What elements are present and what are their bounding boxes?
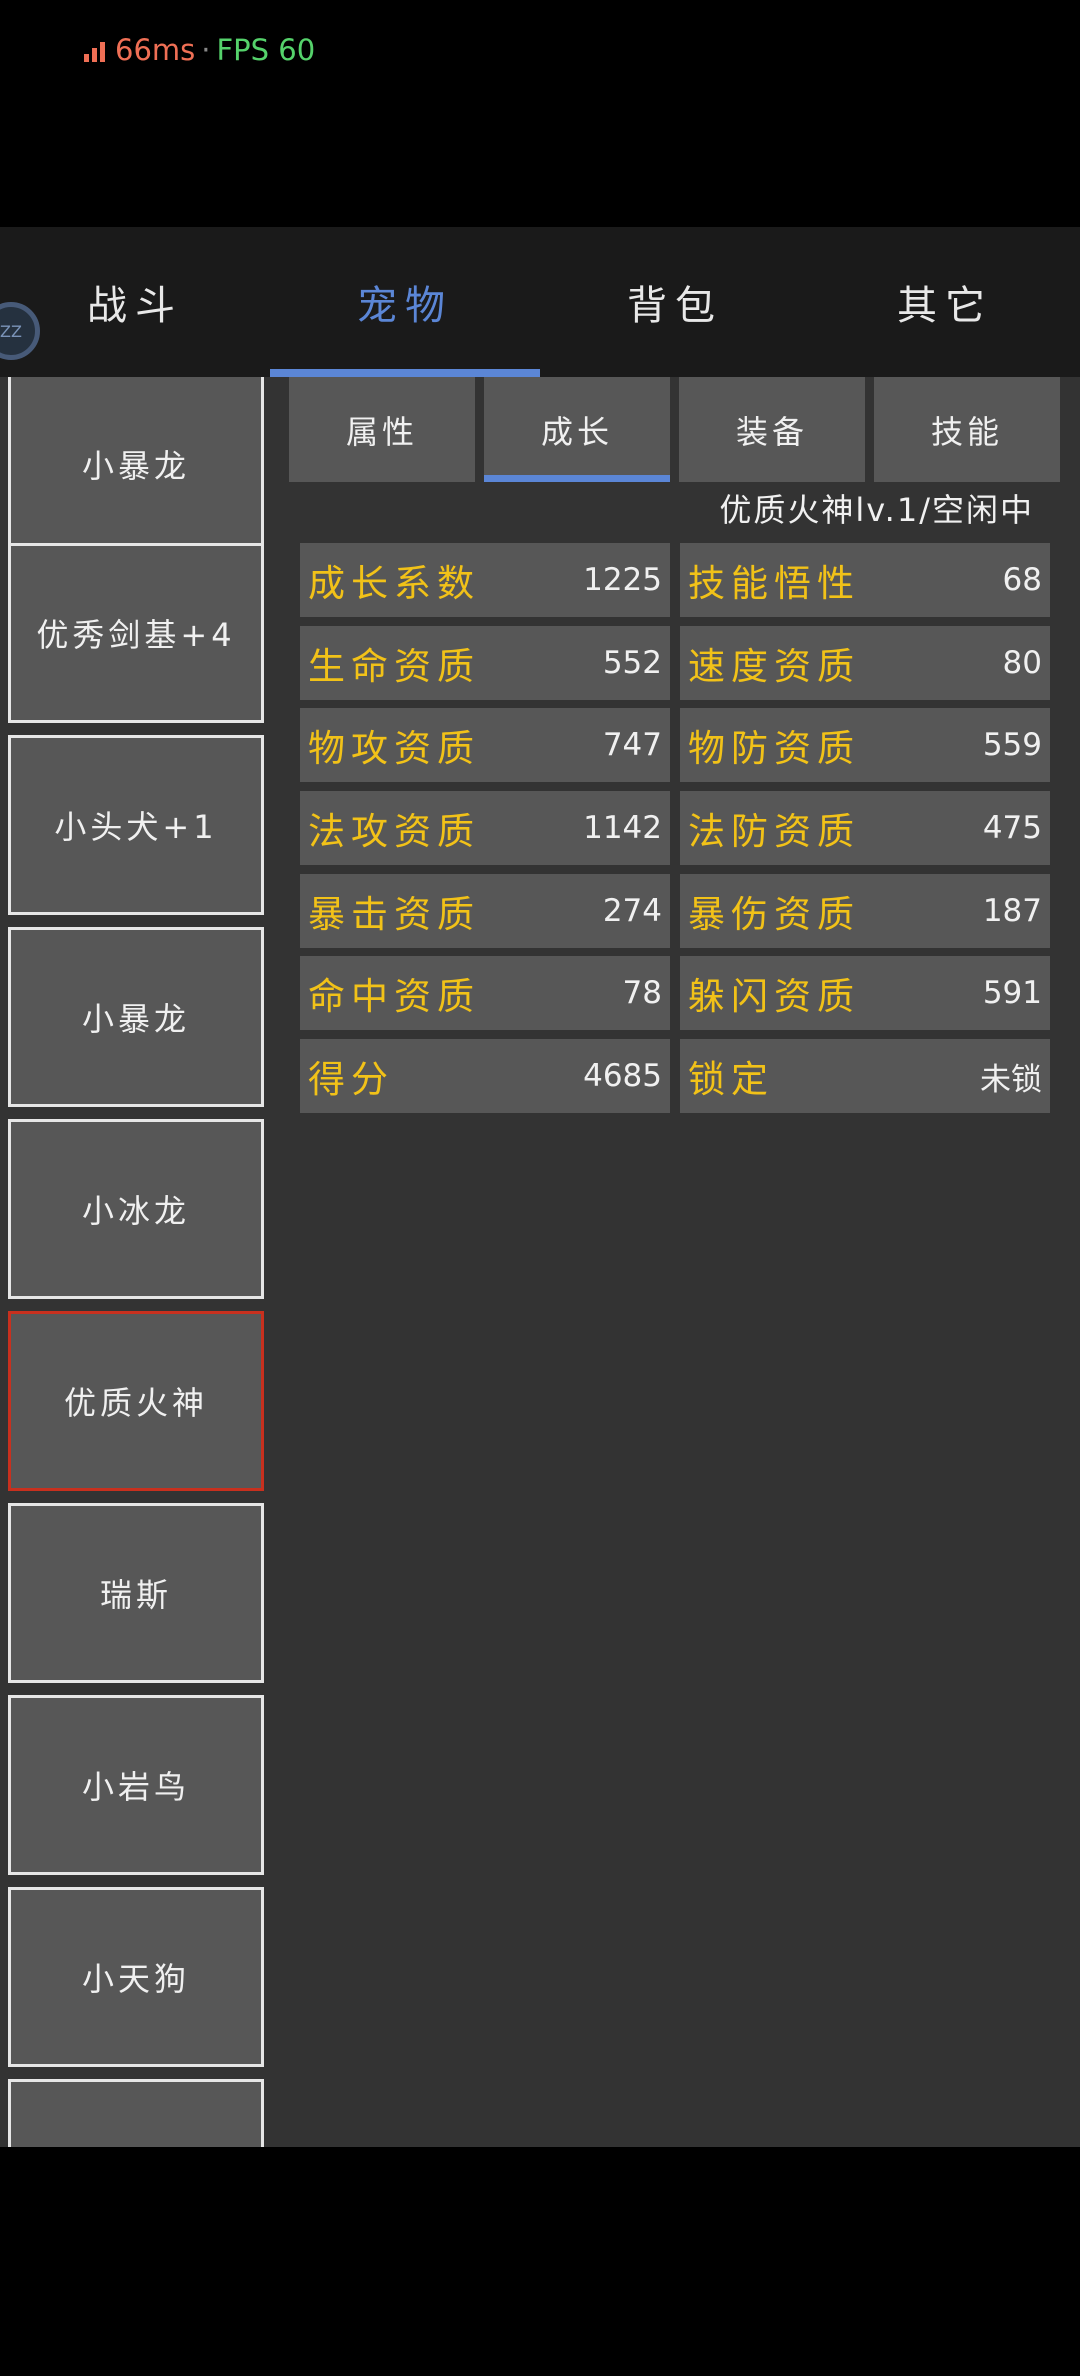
- stat-skill-comprehension: 技能悟性 68: [680, 543, 1050, 617]
- stat-magic-attack-aptitude: 法攻资质 1142: [300, 791, 670, 865]
- pet-list[interactable]: 小暴龙 优秀剑基+4 小头犬+1 小暴龙 小冰龙 优质火神 瑞斯 小岩鸟 小天狗: [0, 377, 270, 2147]
- active-subtab-indicator: [484, 475, 670, 482]
- pet-list-item[interactable]: 小天狗: [8, 1887, 264, 2067]
- pet-list-item[interactable]: 小岩鸟: [8, 1695, 264, 1875]
- signal-icon: [84, 38, 105, 62]
- tab-label: 背包: [627, 283, 723, 329]
- stat-hp-aptitude: 生命资质 552: [300, 626, 670, 700]
- stat-growth-coefficient: 成长系数 1225: [300, 543, 670, 617]
- subtab-growth[interactable]: 成长: [484, 377, 670, 482]
- stat-score: 得分 4685: [300, 1039, 670, 1113]
- top-tab-bar: 战斗 宠物 背包 其它: [0, 227, 1080, 377]
- subtab-attributes[interactable]: 属性: [289, 377, 475, 482]
- stat-phys-attack-aptitude: 物攻资质 747: [300, 708, 670, 782]
- pet-list-item-selected[interactable]: 优质火神: [8, 1311, 264, 1491]
- pet-list-item[interactable]: 优秀剑基+4: [8, 543, 264, 723]
- ping-text: 66ms: [115, 33, 196, 67]
- stat-magic-defense-aptitude: 法防资质 475: [680, 791, 1050, 865]
- pet-panel: 小暴龙 优秀剑基+4 小头犬+1 小暴龙 小冰龙 优质火神 瑞斯 小岩鸟 小天狗…: [0, 377, 1080, 2147]
- stat-lock[interactable]: 锁定 未锁: [680, 1039, 1050, 1113]
- tab-bag[interactable]: 背包: [540, 227, 810, 377]
- pet-list-item[interactable]: 小暴龙: [8, 927, 264, 1107]
- pet-list-item[interactable]: 小头犬+1: [8, 735, 264, 915]
- fps-text: FPS 60: [216, 33, 316, 67]
- avatar-text: ZZ: [0, 321, 22, 341]
- stat-speed-aptitude: 速度资质 80: [680, 626, 1050, 700]
- stat-crit-aptitude: 暴击资质 274: [300, 874, 670, 948]
- pet-status-text: 优质火神lv.1/空闲中: [719, 491, 1034, 529]
- tab-other[interactable]: 其它: [810, 227, 1080, 377]
- pet-list-item[interactable]: 小冰龙: [8, 1119, 264, 1299]
- tab-battle[interactable]: 战斗: [0, 227, 270, 377]
- active-tab-indicator: [270, 369, 540, 377]
- tab-label: 战斗: [87, 283, 183, 329]
- status-bar: 66ms · FPS 60: [84, 30, 315, 70]
- bottom-area: [0, 2147, 1080, 2376]
- tab-pet[interactable]: 宠物: [270, 227, 540, 377]
- tab-label: 宠物: [357, 283, 453, 329]
- pet-list-item[interactable]: [8, 2079, 264, 2147]
- tab-label: 其它: [897, 283, 993, 329]
- subtab-equipment[interactable]: 装备: [679, 377, 865, 482]
- pet-list-item[interactable]: 小暴龙: [8, 377, 264, 554]
- pet-list-item[interactable]: 瑞斯: [8, 1503, 264, 1683]
- stat-phys-defense-aptitude: 物防资质 559: [680, 708, 1050, 782]
- stat-hit-aptitude: 命中资质 78: [300, 956, 670, 1030]
- stat-dodge-aptitude: 躲闪资质 591: [680, 956, 1050, 1030]
- status-separator: ·: [201, 33, 211, 67]
- subtab-skills[interactable]: 技能: [874, 377, 1060, 482]
- stat-crit-damage-aptitude: 暴伤资质 187: [680, 874, 1050, 948]
